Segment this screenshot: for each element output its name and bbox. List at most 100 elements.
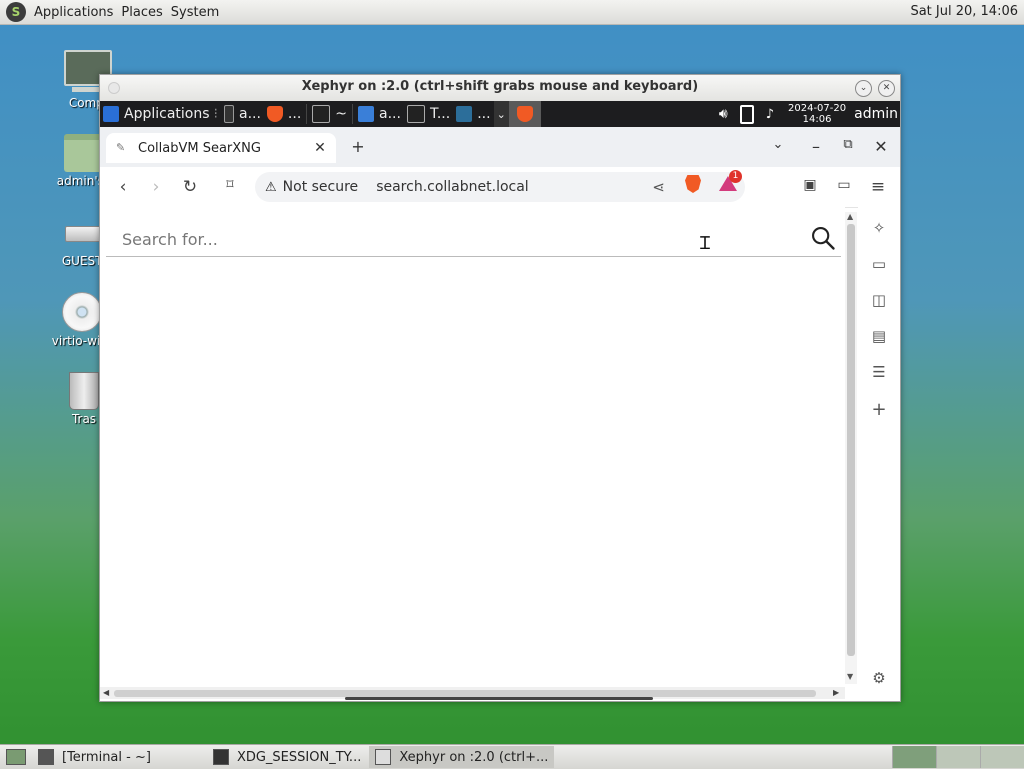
scroll-down-icon[interactable]: ▼ <box>847 672 853 681</box>
desktop-icon <box>6 749 26 765</box>
menu-system[interactable]: System <box>167 5 223 20</box>
taskbar-item[interactable]: [Terminal - ~] <box>32 746 157 768</box>
file-manager-icon <box>358 106 375 122</box>
close-icon[interactable]: ✕ <box>878 80 895 97</box>
minimize-icon[interactable]: ⌄ <box>855 80 872 97</box>
add-icon[interactable]: + <box>870 399 888 420</box>
search-icon[interactable] <box>809 224 837 252</box>
scroll-right-icon[interactable]: ▶ <box>833 688 839 697</box>
wallet-icon[interactable]: ◫ <box>870 291 888 309</box>
clock[interactable]: Sat Jul 20, 14:06 <box>910 4 1018 19</box>
workspace-3[interactable] <box>980 746 1024 768</box>
tab-search-icon[interactable]: ⌄ <box>768 137 788 152</box>
brave-icon <box>266 106 283 122</box>
guest-task-label: a... <box>379 106 401 122</box>
wallet-icon[interactable]: ▭ <box>833 177 855 193</box>
search-input[interactable] <box>120 226 764 252</box>
guest-task[interactable]: a... <box>221 101 264 127</box>
user-label[interactable]: admin <box>854 106 898 122</box>
bell-icon[interactable]: ♪ <box>766 107 774 122</box>
brave-icon <box>516 106 533 122</box>
tab-searxng[interactable]: ✎ CollabVM SearXNG ✕ <box>106 133 336 163</box>
guest-task-label: ... <box>287 106 302 122</box>
new-tab-icon[interactable]: + <box>348 137 368 156</box>
menu-places[interactable]: Places <box>117 5 166 20</box>
warning-icon: ⚠ <box>265 179 277 195</box>
taskbar-item-label: Xephyr on :2.0 (ctrl+... <box>399 749 549 765</box>
terminal-icon <box>212 749 229 765</box>
distro-logo-icon[interactable]: S <box>6 2 26 22</box>
guest-tray: 🔊︎ ♪ 2024-07-20 14:06 admin <box>713 101 900 127</box>
restore-icon[interactable]: ⧉ <box>838 137 858 152</box>
workspace-2[interactable] <box>936 746 981 768</box>
reload-icon[interactable]: ↻ <box>179 177 201 197</box>
scroll-thumb[interactable] <box>847 224 855 656</box>
toolbar: ‹ › ↻ ⌑ ⚠ Not secure search.collabnet.lo… <box>100 167 900 208</box>
terminal-icon <box>38 749 54 765</box>
share-icon[interactable]: ⋖ <box>652 178 665 196</box>
guest-task-active[interactable] <box>508 101 541 127</box>
divider <box>352 104 354 124</box>
terminal-icon <box>312 105 331 123</box>
bottom-panel: [Terminal - ~] XDG_SESSION_TY... Xephyr … <box>0 744 1024 769</box>
vertical-scrollbar[interactable]: ▲ ▼ <box>845 212 857 684</box>
sidebar-toggle-icon[interactable]: ▣ <box>799 177 821 193</box>
minimize-icon[interactable]: – <box>806 137 826 156</box>
taskbar-item[interactable]: XDG_SESSION_TY... <box>207 746 367 768</box>
guest-task-label: ... <box>477 106 491 122</box>
taskbar-item-active[interactable]: Xephyr on :2.0 (ctrl+... <box>369 746 555 768</box>
address-bar[interactable]: ⚠ Not secure search.collabnet.local ⋖ <box>255 172 745 202</box>
guest-task-label: T... <box>429 106 451 122</box>
settings-gear-icon[interactable]: ⚙ <box>870 669 888 687</box>
browser-window: ✎ CollabVM SearXNG ✕ + ⌄ – ⧉ ✕ ‹ › ↻ ⌑ ⚠… <box>100 127 900 701</box>
forward-icon[interactable]: › <box>145 177 167 197</box>
tab-title: CollabVM SearXNG <box>138 140 261 156</box>
close-icon[interactable]: ✕ <box>871 137 891 156</box>
close-tab-icon[interactable]: ✕ <box>312 140 328 156</box>
back-icon[interactable]: ‹ <box>112 177 134 197</box>
phone-icon <box>223 105 234 123</box>
taskbar-item-label: XDG_SESSION_TY... <box>236 749 362 765</box>
scroll-thumb[interactable] <box>114 690 816 697</box>
task-overflow-button[interactable]: ⌄ <box>493 101 509 127</box>
page-content: Ɪ <box>100 207 845 687</box>
bookmark-icon[interactable]: ⌑ <box>219 177 241 193</box>
workspace-1[interactable] <box>892 746 937 768</box>
guest-task[interactable]: ~ <box>309 101 350 127</box>
scroll-indicator <box>345 697 653 700</box>
top-panel: S Applications Places System Sat Jul 20,… <box>0 0 1024 25</box>
window-title: Xephyr on :2.0 (ctrl+shift grabs mouse a… <box>301 79 699 94</box>
reading-list-icon[interactable]: ☰ <box>870 363 888 381</box>
guest-applications-menu[interactable]: Applications ⁝ <box>100 101 221 127</box>
horizontal-scrollbar[interactable]: ◀ ▶ <box>100 687 845 700</box>
bookmarks-icon[interactable]: ▤ <box>870 327 888 345</box>
security-label[interactable]: Not secure <box>283 179 359 195</box>
menu-icon[interactable]: ≡ <box>867 177 889 197</box>
window-icon <box>375 749 392 765</box>
video-icon[interactable]: ▭ <box>870 255 888 273</box>
window-titlebar[interactable]: Xephyr on :2.0 (ctrl+shift grabs mouse a… <box>100 75 900 102</box>
favicon-icon: ✎ <box>116 141 126 154</box>
monitor-icon <box>456 106 473 122</box>
battery-icon[interactable] <box>739 104 754 124</box>
handle-icon: ⁝ <box>213 106 218 122</box>
leo-ai-icon[interactable]: ✧ <box>870 219 888 237</box>
guest-task[interactable]: a... <box>355 101 404 127</box>
scroll-up-icon[interactable]: ▲ <box>847 212 853 221</box>
volume-icon[interactable]: 🔊︎ <box>719 106 728 122</box>
text-cursor-icon: Ɪ <box>700 233 711 254</box>
guest-task[interactable]: ... <box>264 101 304 127</box>
menu-applications[interactable]: Applications <box>30 5 117 20</box>
guest-task-label: ~ <box>335 106 348 122</box>
terminal-icon <box>406 105 425 123</box>
show-desktop-button[interactable] <box>2 746 30 768</box>
guest-date: 2024-07-20 <box>788 103 847 114</box>
url-text[interactable]: search.collabnet.local <box>376 179 529 195</box>
guest-task[interactable]: T... <box>404 101 453 127</box>
guest-task[interactable]: ... <box>453 101 493 127</box>
trash-icon <box>69 372 99 410</box>
guest-clock[interactable]: 2024-07-20 14:06 <box>788 103 846 125</box>
guest-task-label: a... <box>238 106 261 122</box>
scroll-left-icon[interactable]: ◀ <box>103 688 109 697</box>
disc-icon <box>62 292 102 332</box>
